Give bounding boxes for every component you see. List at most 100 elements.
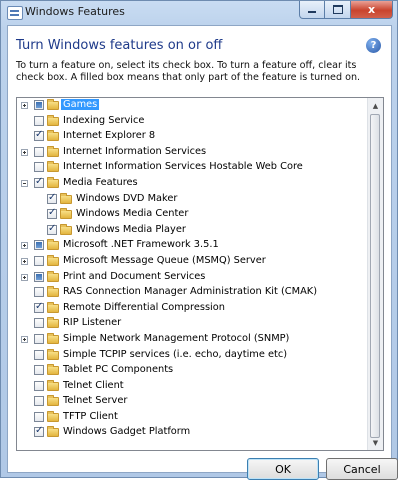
expand-plus-icon[interactable] [21,102,28,109]
feature-row[interactable]: Microsoft Message Queue (MSMQ) Server [17,254,369,270]
feature-checkbox[interactable] [34,162,44,173]
feature-row[interactable]: Games [17,98,369,114]
feature-label: Simple Network Management Protocol (SNMP… [63,332,290,344]
feature-row[interactable]: Simple TCPIP services (i.e. echo, daytim… [17,348,369,364]
folder-icon [47,99,59,110]
folder-icon [47,395,59,407]
feature-row[interactable]: Indexing Service [17,114,369,130]
feature-row[interactable]: Tablet PC Components [17,363,369,379]
folder-icon [47,379,59,391]
feature-row[interactable]: Windows Media Player [17,223,369,239]
folder-icon [47,332,59,344]
feature-checkbox[interactable] [34,176,44,188]
expand-plus-icon[interactable] [21,242,28,250]
folder-icon [47,286,59,298]
feature-checkbox[interactable] [47,223,57,235]
feature-checkbox[interactable] [34,318,44,329]
feature-row[interactable]: Internet Information Services [17,145,369,161]
scrollbar-thumb[interactable] [370,114,380,438]
windows-features-app-icon [7,6,23,20]
features-list: Games Indexing Service Internet Explorer 8… [17,98,369,441]
feature-label: Media Features [63,176,138,188]
folder-icon [47,364,59,376]
feature-row[interactable]: Internet Information Services Hostable W… [17,160,369,176]
feature-checkbox[interactable] [34,255,44,266]
ok-button[interactable]: OK [247,458,319,480]
feature-label: Telnet Client [63,379,124,391]
feature-checkbox[interactable] [34,129,44,142]
feature-checkbox[interactable] [34,146,44,157]
feature-checkbox[interactable] [34,396,44,407]
expand-plus-icon[interactable] [21,148,28,156]
feature-checkbox[interactable] [34,365,44,376]
scroll-up-arrow-icon[interactable]: ▲ [368,98,383,113]
scroll-down-arrow-icon[interactable]: ▼ [368,435,383,450]
folder-icon [60,223,72,235]
feature-checkbox[interactable] [34,301,44,313]
vertical-scrollbar[interactable]: ▲ ▼ [367,98,383,450]
feature-row[interactable]: Telnet Server [17,394,369,410]
feature-row[interactable]: RAS Connection Manager Administration Ki… [17,285,369,301]
feature-checkbox[interactable] [34,425,44,438]
close-button[interactable]: x [351,1,393,19]
minimize-icon [308,11,316,13]
feature-label: Windows DVD Maker [76,192,178,204]
feature-row[interactable]: Windows Gadget Platform [17,425,369,441]
folder-icon [47,145,59,157]
feature-row[interactable]: Remote Differential Compression [17,301,369,317]
caption-buttons: x [299,1,393,19]
close-icon: x [367,3,376,16]
feature-label: Games [61,99,100,110]
feature-checkbox[interactable] [34,240,44,251]
feature-label: Remote Differential Compression [63,301,225,313]
feature-row[interactable]: Windows DVD Maker [17,192,369,208]
folder-icon [47,161,59,173]
feature-checkbox[interactable] [47,207,57,220]
feature-label: Windows Gadget Platform [63,426,191,438]
expand-plus-icon[interactable] [21,273,28,281]
folder-icon [47,426,59,438]
folder-icon [47,410,59,422]
feature-checkbox[interactable] [34,380,44,391]
cancel-button[interactable]: Cancel [326,458,398,480]
feature-row[interactable]: Simple Network Management Protocol (SNMP… [17,332,369,348]
expand-plus-icon[interactable] [21,257,28,265]
feature-label: Internet Information Services Hostable W… [63,161,303,173]
feature-checkbox[interactable] [34,333,44,344]
feature-label: Simple TCPIP services (i.e. echo, daytim… [63,348,288,360]
feature-row[interactable]: Telnet Client [17,379,369,395]
feature-checkbox[interactable] [34,411,44,422]
features-tree[interactable]: Games Indexing Service Internet Explorer 8… [16,97,384,451]
feature-row[interactable]: Media Features [17,176,369,192]
title-bar[interactable]: Windows Features x [1,1,397,25]
windows-features-dialog: Windows Features x Turn Windows features… [0,0,398,480]
feature-row[interactable]: Windows Media Center [17,207,369,223]
maximize-icon [332,5,343,14]
feature-checkbox[interactable] [34,115,44,126]
help-icon[interactable]: ? [366,38,381,53]
folder-icon [47,239,59,251]
feature-label: RAS Connection Manager Administration Ki… [63,286,318,298]
maximize-button[interactable] [325,1,351,19]
expand-plus-icon[interactable] [21,335,28,343]
feature-checkbox[interactable] [34,271,44,282]
feature-label: Internet Information Services [63,145,207,157]
folder-icon [60,192,72,204]
folder-icon [47,114,59,126]
feature-row[interactable]: RIP Listener [17,316,369,332]
window-title: Windows Features [25,5,125,18]
folder-icon [47,348,59,360]
feature-checkbox[interactable] [34,287,44,298]
feature-label: TFTP Client [63,410,118,422]
feature-row[interactable]: Internet Explorer 8 [17,129,369,145]
minimize-button[interactable] [299,1,325,19]
feature-checkbox[interactable] [47,192,57,204]
feature-label: Windows Media Center [76,208,189,220]
feature-row[interactable]: Microsoft .NET Framework 3.5.1 [17,238,369,254]
collapse-minus-icon[interactable] [21,179,28,187]
feature-checkbox[interactable] [34,100,44,110]
feature-row[interactable]: Print and Document Services [17,270,369,286]
folder-icon [47,270,59,282]
feature-checkbox[interactable] [34,349,44,360]
feature-row[interactable]: TFTP Client [17,410,369,426]
